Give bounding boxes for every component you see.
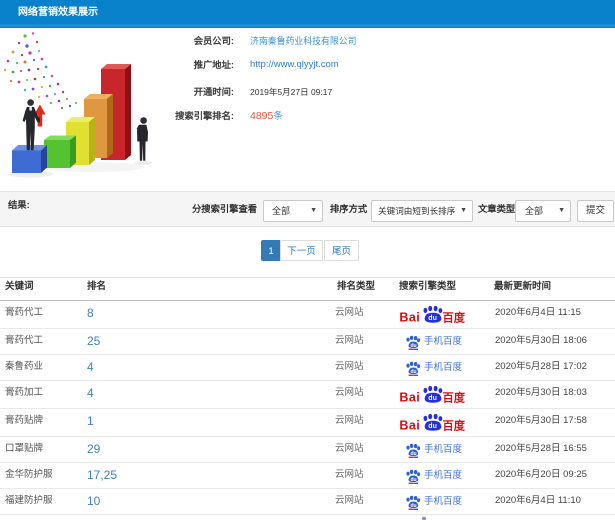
svg-text:du: du (410, 477, 416, 483)
svg-text:du: du (428, 315, 437, 322)
svg-text:百度: 百度 (443, 390, 466, 403)
svg-text:du: du (428, 423, 437, 430)
svg-text:Bai: Bai (400, 310, 420, 323)
svg-text:Bai: Bai (400, 418, 420, 431)
svg-text:du: du (410, 343, 416, 349)
svg-text:du: du (410, 451, 416, 457)
svg-text:百度: 百度 (443, 418, 466, 431)
svg-text:Bai: Bai (400, 390, 420, 403)
svg-text:百度: 百度 (443, 310, 466, 323)
svg-text:du: du (428, 395, 437, 402)
svg-text:du: du (410, 369, 416, 375)
svg-text:du: du (410, 503, 416, 509)
